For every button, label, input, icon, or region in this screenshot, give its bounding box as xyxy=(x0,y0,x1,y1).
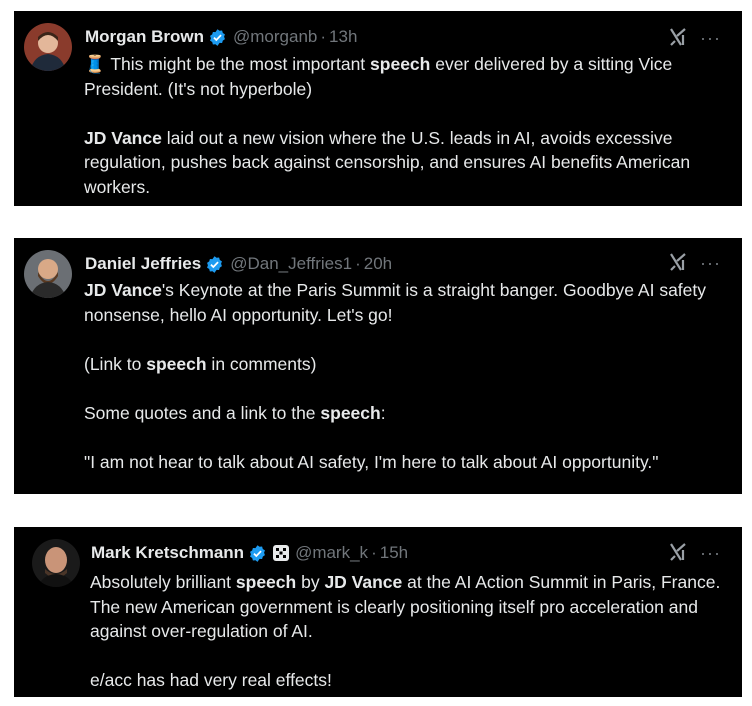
text-span: by xyxy=(296,572,325,592)
thread-icon: 🧵 xyxy=(84,54,106,74)
highlight-term: speech xyxy=(320,402,381,423)
text-span: (Link to xyxy=(84,353,147,374)
tweet-paragraph: e/acc has had very real effects! xyxy=(90,670,332,690)
text-span: in comments) xyxy=(206,353,317,374)
tweet-paragraph: "I am not hear to talk about AI safety, … xyxy=(84,451,659,472)
text-span: laid out a new vision where the U.S. lea… xyxy=(84,127,691,197)
text-span: This might be the most important xyxy=(105,54,371,74)
highlight-term: JD Vance xyxy=(84,127,162,148)
highlight-term: JD Vance xyxy=(324,572,403,592)
grok-icon[interactable] xyxy=(668,542,688,562)
tweet-paragraph: (Link to speech in comments) xyxy=(84,352,724,377)
text-span: Some quotes and a link to the xyxy=(84,402,321,423)
tweet-paragraph: JD Vance laid out a new vision where the… xyxy=(84,126,724,200)
highlight-term: speech xyxy=(146,353,207,374)
text-span: Absolutely brilliant xyxy=(90,572,236,592)
author-handle[interactable]: @morganb xyxy=(233,26,317,48)
grok-icon[interactable] xyxy=(668,27,688,47)
highlight-term: JD Vance xyxy=(84,280,162,300)
verified-badge-icon xyxy=(207,255,223,273)
more-options-icon[interactable]: ··· xyxy=(700,544,721,562)
timestamp[interactable]: 13h xyxy=(329,26,357,48)
highlight-term: speech xyxy=(235,572,297,592)
verified-badge-icon xyxy=(210,28,225,46)
highlight-term: speech xyxy=(370,54,431,74)
author-handle[interactable]: @mark_k xyxy=(295,542,368,564)
tweet-card[interactable]: Mark Kretschmann @mark_k · 15h ··· Absol… xyxy=(14,527,742,697)
verified-badge-icon xyxy=(250,544,266,562)
text-span: : xyxy=(380,402,386,423)
author-name[interactable]: Morgan Brown xyxy=(85,26,204,48)
separator: · xyxy=(355,254,361,273)
separator: · xyxy=(371,543,377,562)
author-handle[interactable]: @Dan_Jeffries1 xyxy=(230,253,352,275)
tweet-card[interactable]: Morgan Brown @morganb · 13h ··· 🧵 This m… xyxy=(14,11,742,206)
avatar[interactable] xyxy=(24,250,72,298)
text-span: 's Keynote at the Paris Summit is a stra… xyxy=(84,280,707,325)
affiliate-badge-icon[interactable] xyxy=(273,545,290,561)
more-options-icon[interactable]: ··· xyxy=(700,29,721,47)
separator: · xyxy=(320,27,327,46)
avatar[interactable] xyxy=(24,23,72,71)
tweet-paragraph: Some quotes and a link to the speech: xyxy=(84,401,724,426)
timestamp[interactable]: 15h xyxy=(380,542,408,564)
grok-icon[interactable] xyxy=(668,252,688,272)
more-options-icon[interactable]: ··· xyxy=(700,254,721,272)
tweet-text: Absolutely brilliant speech by JD Vance … xyxy=(90,570,730,693)
tweet-text: JD Vance's Keynote at the Paris Summit i… xyxy=(84,278,724,474)
author-name[interactable]: Mark Kretschmann xyxy=(91,542,244,564)
timestamp[interactable]: 20h xyxy=(364,253,392,275)
author-name[interactable]: Daniel Jeffries xyxy=(85,253,201,275)
avatar[interactable] xyxy=(32,539,80,587)
tweet-text: 🧵 This might be the most important speec… xyxy=(84,52,724,199)
tweet-card[interactable]: Daniel Jeffries @Dan_Jeffries1 · 20h ···… xyxy=(14,238,742,494)
tweet-paragraph: 🧵 This might be the most important speec… xyxy=(84,52,724,101)
tweet-paragraph: Absolutely brilliant speech by JD Vance … xyxy=(90,570,730,644)
tweet-paragraph: JD Vance's Keynote at the Paris Summit i… xyxy=(84,278,724,327)
